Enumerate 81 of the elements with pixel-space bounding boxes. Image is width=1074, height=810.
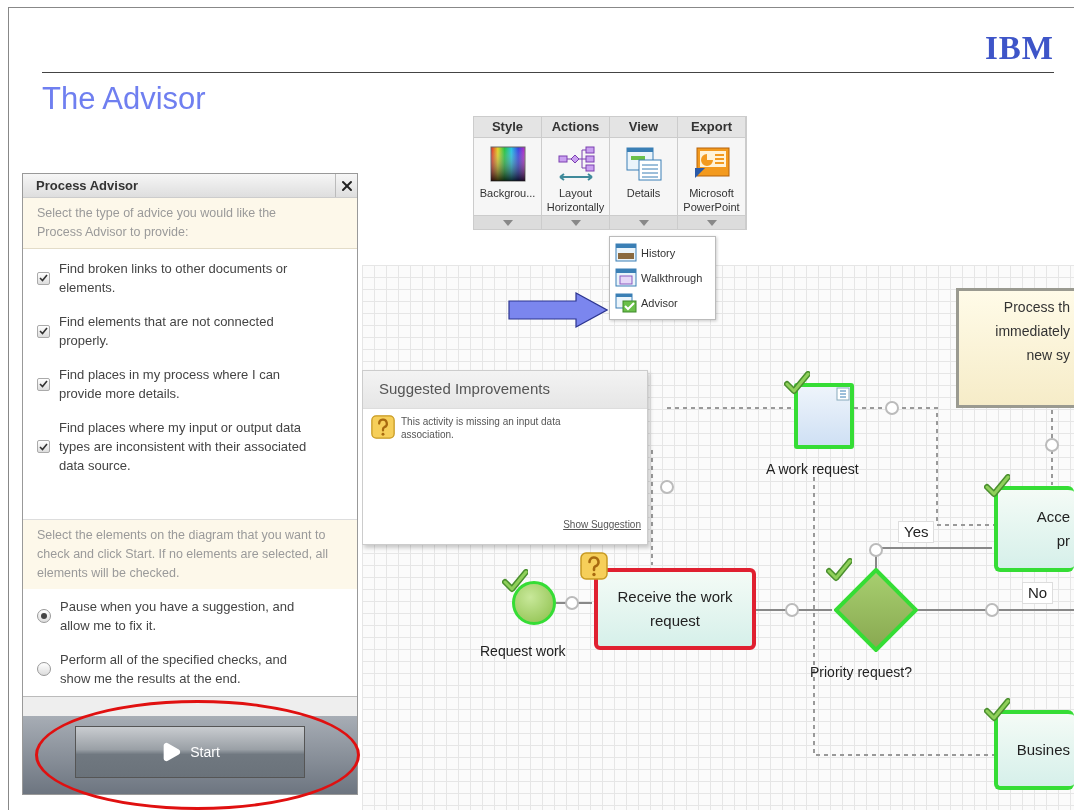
suggestion-message: This activity is missing an input data association. [401, 415, 562, 441]
ribbon-group-title: Export [678, 117, 745, 138]
radio-label: Perform all of the specified checks, and show me the results at the end. [60, 651, 288, 688]
menu-item[interactable]: Walkthrough [615, 268, 710, 288]
caret-icon [706, 219, 717, 226]
ribbon-group-title: View [610, 117, 677, 138]
panel-title: Process Advisor [35, 176, 140, 195]
node-label: A work request [766, 460, 859, 479]
caret-icon [502, 219, 513, 226]
task-text-line: request [648, 611, 701, 631]
task-node[interactable]: Receive the work request [594, 568, 756, 650]
checkbox-label: Find places where my input or output data types are inconsistent with their associated data source. [59, 419, 308, 475]
question-mark-icon [580, 552, 608, 580]
connector-handle-icon[interactable] [985, 603, 999, 617]
flow-label: No [1022, 582, 1054, 604]
caret-icon [638, 219, 649, 226]
task-node[interactable]: Busines [994, 710, 1074, 790]
start-button[interactable]: Start [75, 726, 305, 778]
checkbox[interactable] [37, 324, 50, 338]
note-text-line: immediately [994, 322, 1070, 341]
ribbon-button[interactable]: Backgrou... [474, 138, 541, 215]
connector-handle-icon[interactable] [660, 480, 674, 494]
task-node[interactable]: Acce pr [994, 486, 1074, 572]
slide-title: The Advisor [42, 82, 207, 116]
window-icon [615, 243, 637, 263]
note-text-line: new sy [1025, 346, 1070, 365]
node-label: Priority request? [810, 663, 912, 682]
flow-label: Yes [898, 521, 935, 543]
color-palette-icon [489, 146, 526, 182]
ribbon-button[interactable]: Layout Horizontally [542, 138, 609, 215]
flow-layout-icon [555, 146, 596, 182]
ribbon-button[interactable]: Microsoft PowerPoint [678, 138, 745, 215]
data-object-node[interactable] [794, 383, 854, 449]
show-suggestion-link[interactable]: Show Suggestion [563, 517, 641, 532]
menu-item[interactable]: History [615, 243, 710, 263]
connector-handle-icon[interactable] [565, 596, 579, 610]
intro-text: Select the type of advice you would like the Process Advisor to provide: [23, 198, 357, 249]
checkbox[interactable] [37, 377, 50, 391]
ribbon-button[interactable]: Details [610, 138, 677, 215]
note-text-line: Process th [1002, 298, 1070, 317]
menu-item[interactable]: Advisor [615, 293, 710, 313]
node-label: Request work [480, 642, 566, 661]
dropdown-button[interactable] [610, 215, 677, 229]
dropdown-button[interactable] [542, 215, 609, 229]
window-icon [615, 268, 637, 288]
question-mark-icon [371, 415, 395, 439]
dropdown-button[interactable] [678, 215, 745, 229]
checkmark-icon [826, 558, 852, 582]
ribbon-group-title: Actions [542, 117, 609, 138]
connector-handle-icon[interactable] [885, 401, 899, 415]
checkmark-icon [784, 371, 810, 395]
connector-handle-icon[interactable] [869, 543, 883, 557]
task-text-line: Busines [1015, 740, 1070, 760]
connector-handle-icon[interactable] [1045, 438, 1059, 452]
suggestions-title: Suggested Improvements [379, 379, 550, 400]
logo: IBM [985, 30, 1054, 66]
connector-handle-icon[interactable] [785, 603, 799, 617]
task-text-line: pr [1055, 531, 1070, 551]
checkmark-icon [984, 474, 1010, 498]
checkbox-label: Find elements that are not connected properly. [59, 313, 275, 350]
checkbox[interactable] [37, 271, 50, 285]
radio-button[interactable] [37, 662, 51, 676]
task-text-line: Acce [1035, 507, 1070, 527]
radio-label: Pause when you have a suggestion, and allow me to fix it. [60, 598, 296, 635]
gateway-diamond[interactable] [834, 568, 918, 652]
ribbon-group-title: Style [474, 117, 541, 138]
window-check-icon [615, 293, 637, 313]
checkbox[interactable] [37, 440, 50, 453]
instruction-text: Select the elements on the diagram that you want to check and click Start. If no elements are selected, all elements will be checked. [23, 519, 357, 589]
checkbox-label: Find broken links to other documents or elements. [59, 260, 289, 297]
window-details-icon [624, 146, 663, 182]
checkmark-icon [984, 698, 1010, 722]
checkbox-label: Find places in my process where I can provide more details. [59, 366, 282, 403]
radio-button[interactable] [37, 609, 51, 623]
dropdown-button[interactable] [474, 215, 541, 229]
flow-line [555, 602, 593, 604]
task-text-line: Receive the work [616, 587, 734, 607]
list-icon [836, 387, 850, 401]
caret-icon [570, 219, 581, 226]
checkmark-icon [502, 569, 528, 593]
start-event-node[interactable] [512, 581, 556, 625]
